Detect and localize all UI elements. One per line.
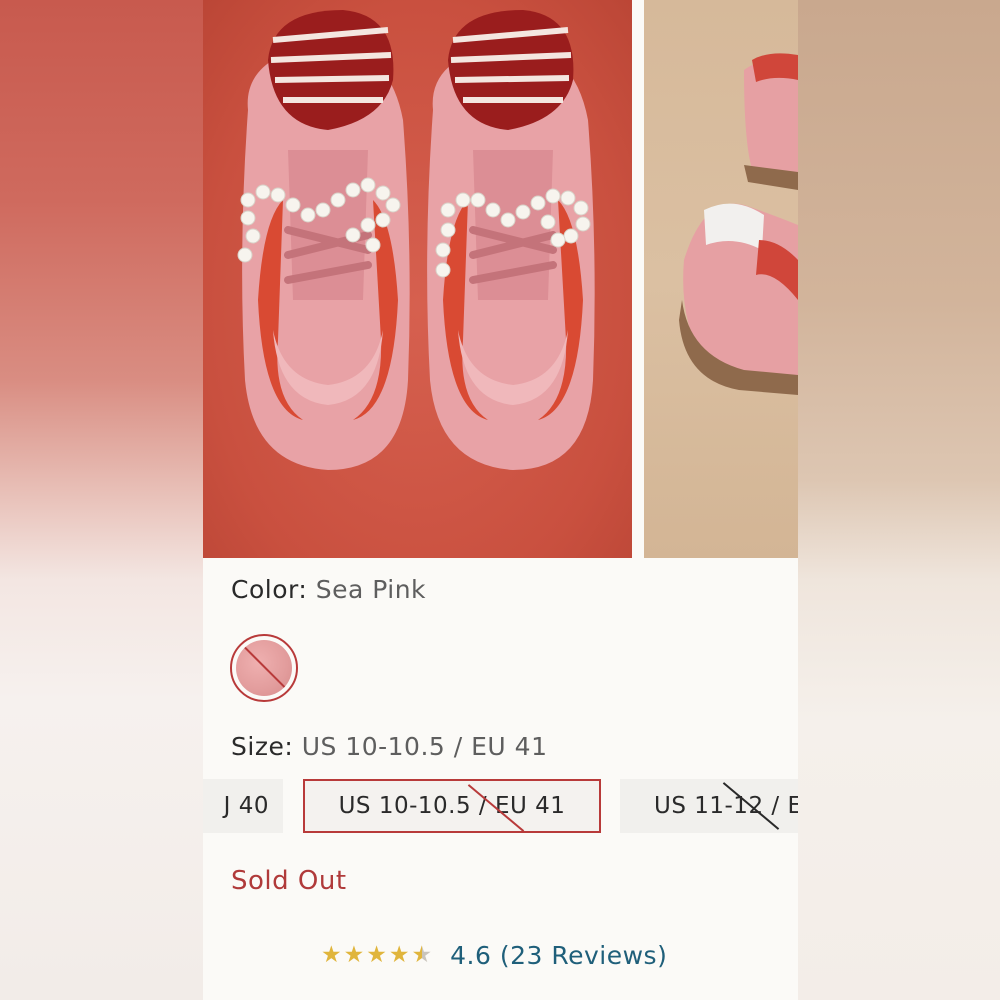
star-icon: ★ (321, 941, 342, 968)
blurred-backdrop-right (795, 0, 1000, 1000)
star-icon: ★ (388, 941, 410, 968)
product-page: Color: Sea Pink Size: US 10-10.5 / EU 41… (203, 0, 798, 1000)
reviews-summary[interactable]: ★ ★ ★ ★ ★ 4.6 (23 Reviews) (321, 938, 667, 972)
size-option-label: US 10-10.5 / EU 41 (338, 793, 566, 819)
star-rating: ★ ★ ★ ★ ★ (321, 941, 433, 968)
star-icon: ★ (343, 941, 365, 968)
half-star-icon: ★ (411, 941, 433, 968)
size-label: Size: (231, 732, 294, 761)
size-selector[interactable]: J 40 US 10-10.5 / EU 41 US 11-12 / E (203, 779, 798, 833)
color-value: Sea Pink (315, 575, 427, 604)
sneakers-illustration (237, 10, 595, 471)
size-option[interactable]: J 40 (203, 779, 283, 833)
swatch-fill (236, 640, 292, 696)
left-shoe-icon (237, 10, 410, 471)
sold-out-status: Sold Out (231, 866, 347, 896)
size-option-label: US 11-12 / E (654, 793, 798, 819)
reviews-link[interactable]: 4.6 (23 Reviews) (450, 941, 667, 970)
color-row: Color: Sea Pink (231, 575, 426, 604)
right-shoe-icon (427, 10, 595, 471)
size-row: Size: US 10-10.5 / EU 41 (231, 732, 547, 761)
size-value: US 10-10.5 / EU 41 (301, 732, 548, 761)
color-swatch-sea-pink[interactable] (230, 634, 298, 702)
star-icon: ★ (366, 941, 387, 968)
product-photo-secondary[interactable] (644, 0, 798, 558)
product-photo-main[interactable] (203, 0, 632, 558)
unavailable-slash-icon (240, 643, 290, 693)
size-option-selected[interactable]: US 10-10.5 / EU 41 (303, 779, 601, 833)
color-label: Color: (231, 575, 308, 604)
size-option-label: J 40 (223, 793, 269, 819)
size-option[interactable]: US 11-12 / E (620, 779, 798, 833)
sneaker-side-illustration (679, 53, 798, 395)
product-image-carousel[interactable] (203, 0, 798, 558)
